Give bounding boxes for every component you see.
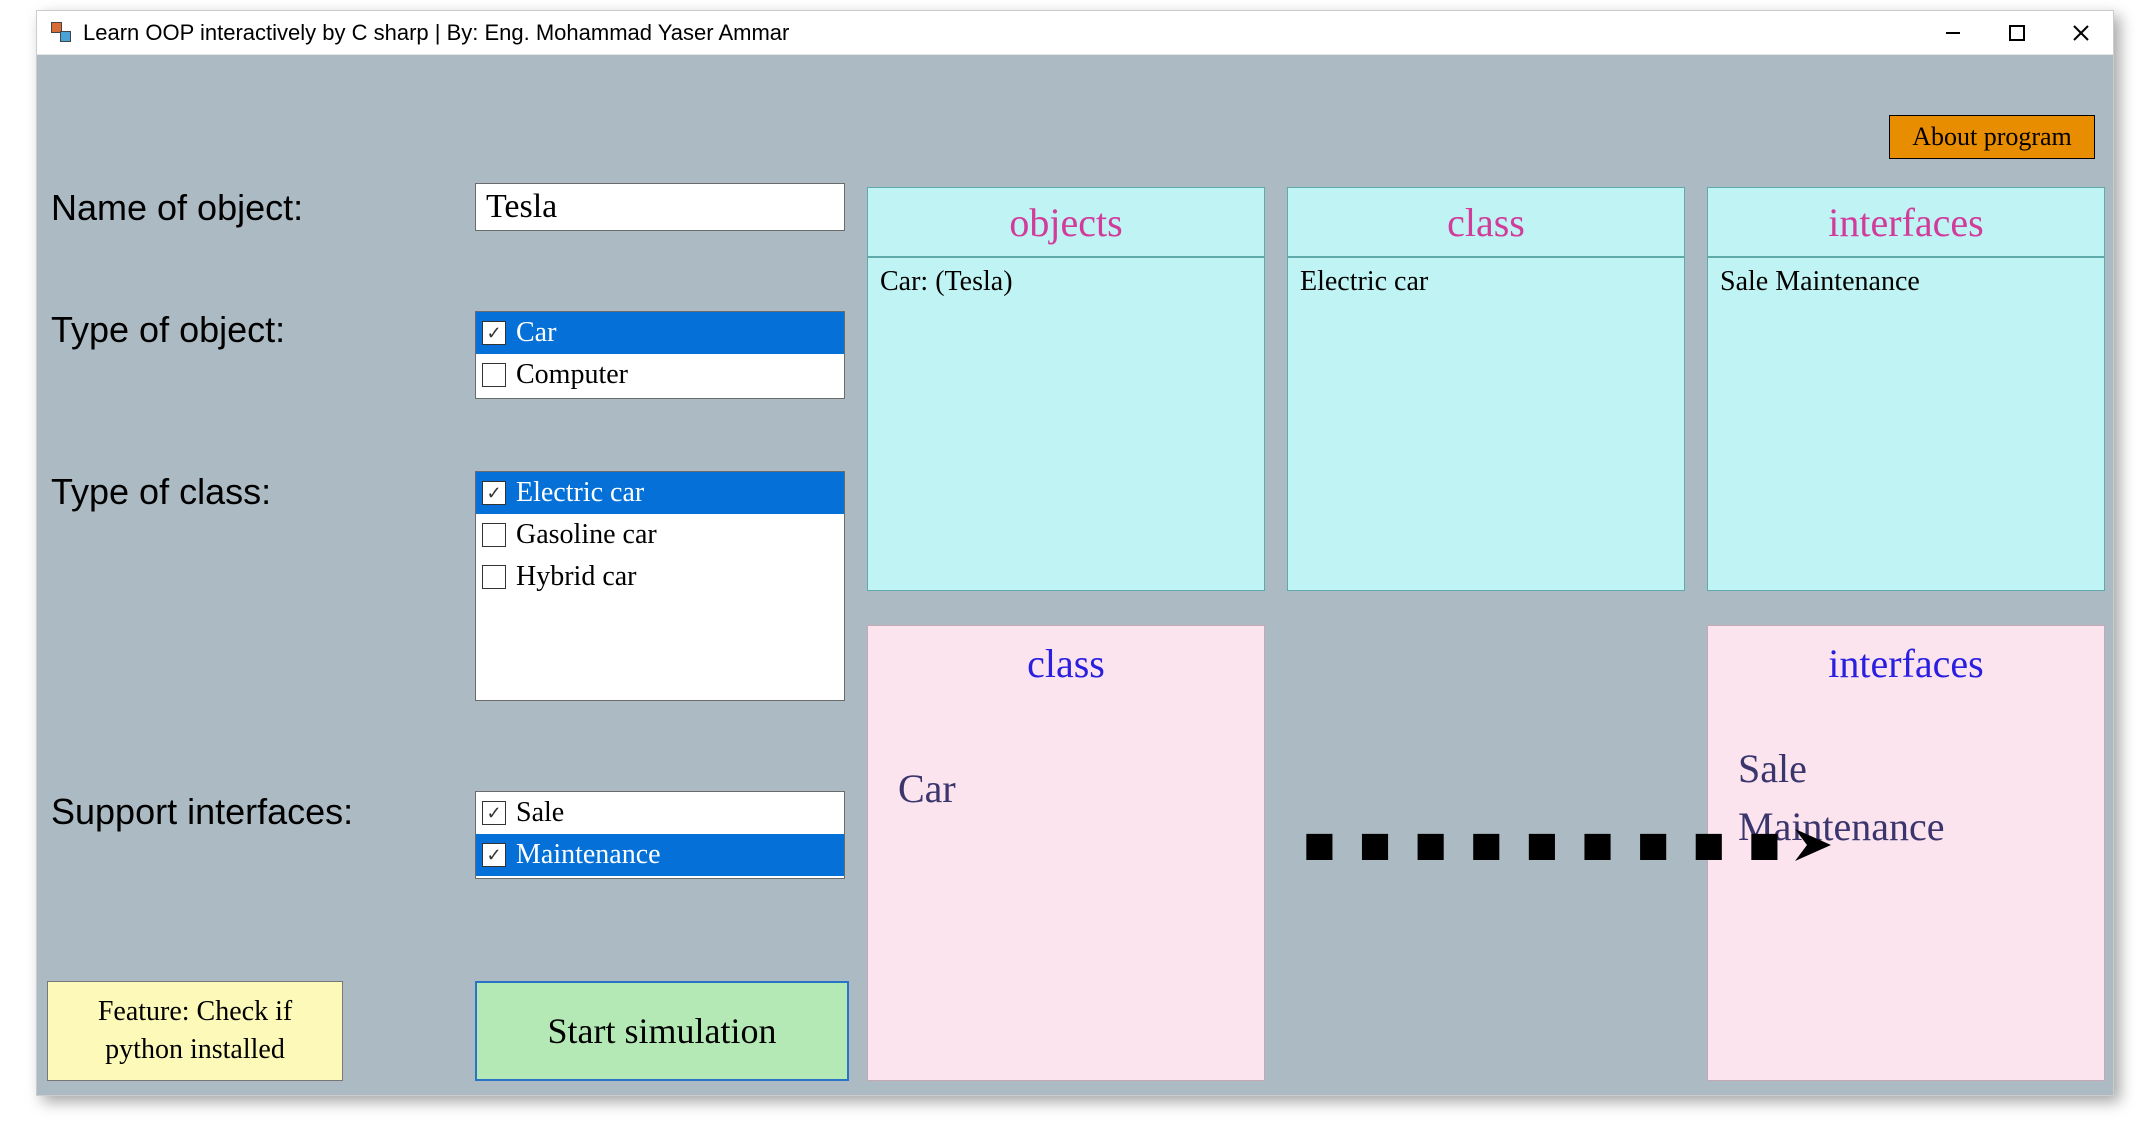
list-item-label: Sale [516, 797, 564, 829]
arrow-icon: ■ ■ ■ ■ ■ ■ ■ ■ ■ [1303, 825, 1699, 865]
minimize-button[interactable] [1921, 11, 1985, 55]
list-item[interactable]: Car [476, 312, 844, 354]
panel-body: Electric car [1288, 258, 1684, 306]
checkbox-icon[interactable] [482, 481, 506, 505]
panel-body: Sale Maintenance [1708, 258, 2104, 306]
list-item-label: Computer [516, 359, 628, 391]
maximize-button[interactable] [1985, 11, 2049, 55]
list-item[interactable]: Sale [476, 792, 844, 834]
panel-line: Maintenance [1738, 798, 2074, 856]
panel-line: Car [898, 760, 1234, 818]
panel-objects: objects Car: (Tesla) [867, 187, 1265, 591]
checkbox-icon[interactable] [482, 523, 506, 547]
panel-line: Sale [1738, 740, 2074, 798]
list-item-label: Electric car [516, 477, 644, 509]
list-item[interactable]: Hybrid car [476, 556, 844, 598]
object-name-input[interactable] [475, 183, 845, 231]
panel-header: class [868, 626, 1264, 700]
type-of-object-list[interactable]: Car Computer [475, 311, 845, 399]
list-item[interactable]: Gasoline car [476, 514, 844, 556]
label-type-of-class: Type of class: [51, 471, 271, 513]
checkbox-icon[interactable] [482, 801, 506, 825]
checkbox-icon[interactable] [482, 565, 506, 589]
list-item-label: Gasoline car [516, 519, 657, 551]
close-button[interactable] [2049, 11, 2113, 55]
list-item[interactable]: Computer [476, 354, 844, 396]
checkbox-icon[interactable] [482, 843, 506, 867]
list-item-label: Car [516, 317, 556, 349]
panel-header: interfaces [1708, 188, 2104, 258]
client-area: About program Name of object: Type of ob… [37, 55, 2113, 1095]
panel-body: Car: (Tesla) [868, 258, 1264, 306]
panel-header: class [1288, 188, 1684, 258]
start-simulation-button[interactable]: Start simulation [475, 981, 849, 1081]
list-item[interactable]: Maintenance [476, 834, 844, 876]
feature-check-python-button[interactable]: Feature: Check if python installed [47, 981, 343, 1081]
list-item-label: Hybrid car [516, 561, 637, 593]
app-icon [51, 22, 73, 44]
panel-header: interfaces [1708, 626, 2104, 700]
label-name-of-object: Name of object: [51, 187, 303, 229]
panel-header: objects [868, 188, 1264, 258]
panel-class: class Electric car [1287, 187, 1685, 591]
label-type-of-object: Type of object: [51, 309, 285, 351]
support-interfaces-list[interactable]: Sale Maintenance [475, 791, 845, 879]
checkbox-icon[interactable] [482, 321, 506, 345]
window-frame: Learn OOP interactively by C sharp | By:… [36, 10, 2114, 1096]
panel-class-bottom: class Car [867, 625, 1265, 1081]
panel-body: Car [868, 700, 1264, 826]
checkbox-icon[interactable] [482, 363, 506, 387]
titlebar: Learn OOP interactively by C sharp | By:… [37, 11, 2113, 55]
type-of-class-list[interactable]: Electric car Gasoline car Hybrid car [475, 471, 845, 701]
list-item[interactable]: Electric car [476, 472, 844, 514]
list-item-label: Maintenance [516, 839, 661, 871]
label-support-interfaces: Support interfaces: [51, 791, 353, 833]
window-title: Learn OOP interactively by C sharp | By:… [83, 20, 789, 46]
about-program-button[interactable]: About program [1889, 115, 2095, 159]
panel-interfaces: interfaces Sale Maintenance [1707, 187, 2105, 591]
